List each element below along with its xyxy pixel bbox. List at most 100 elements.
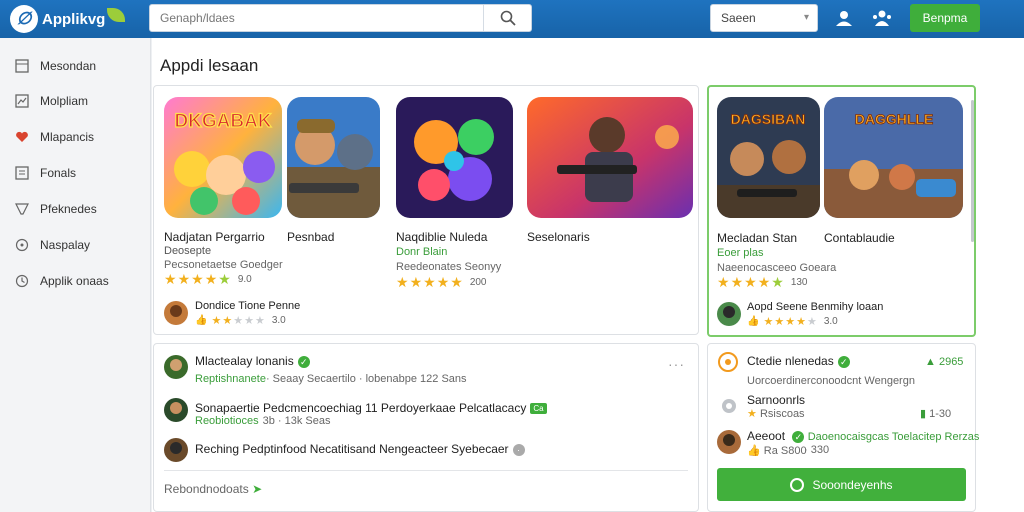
app-title[interactable]: Nadjatan Pergarrio [164, 230, 265, 244]
panel-row-title-text: Ctedie nlenedas [747, 354, 834, 368]
see-more-link[interactable]: Rebondnodoats ➤ [164, 482, 262, 496]
tag-icon [14, 201, 30, 217]
panel-row-title[interactable]: Ctedie nlenedas ✓ [747, 354, 850, 368]
avatar[interactable] [717, 302, 741, 326]
activity-title[interactable]: Sonapaertie Pedcmencoechiag 11 Perdoyerk… [195, 401, 547, 415]
sidebar-item-label: Naspalay [40, 238, 91, 252]
header-cta-button[interactable]: Benpma [910, 4, 980, 32]
panel-action-button[interactable]: Sooondeyenhs [717, 468, 966, 501]
panel-row-title-text: Aeeoot [747, 429, 786, 443]
developer-name[interactable]: Aopd Seene Benmihy loaan [747, 301, 883, 313]
sidebar-item-1[interactable]: Mesondan [14, 56, 96, 76]
panel-row-count: ▮ 1-30 [920, 407, 951, 420]
app-thumbnail[interactable] [396, 97, 513, 218]
leaf-icon [107, 8, 126, 22]
users-group-icon[interactable] [871, 7, 893, 29]
developer-rating: 👍 ★ ★ ★ ★ ★ 3.0 [747, 316, 838, 328]
app-title[interactable]: Seselonaris [527, 230, 590, 244]
category-select-value: Saeen [721, 11, 756, 25]
count-value: 2965 [938, 356, 964, 368]
search-input[interactable] [160, 10, 480, 26]
user-icon[interactable] [833, 7, 855, 29]
avatar[interactable] [164, 398, 188, 422]
sidebar-item-5[interactable]: Pfeknedes [14, 199, 97, 219]
search-bar [149, 4, 532, 32]
app-thumbnail[interactable]: DAGSIBAN [717, 97, 820, 218]
panel-row-subtitle: Uorcoerdinerconoodcnt Wengergn [747, 375, 915, 387]
panel-row-title[interactable]: Sarnoonrls [747, 393, 805, 407]
thumbnail-logo-text: DAGGHLLE [855, 111, 934, 127]
sidebar-item-label: Mesondan [40, 59, 97, 73]
developer-name[interactable]: Dondice Tione Penne [195, 300, 300, 312]
avatar[interactable] [164, 301, 188, 325]
app-subtitle: Eoer plas [717, 247, 764, 259]
activity-title[interactable]: Mlactealay lonanis ✓ [195, 354, 310, 368]
sidebar-item-7[interactable]: Applik onaas [14, 271, 109, 291]
clock-icon [14, 273, 30, 289]
panel-action-label: Sooondeyenhs [812, 477, 893, 492]
verified-icon: ✓ [837, 355, 850, 368]
rating-value: 3.0 [271, 315, 286, 326]
divider [164, 470, 688, 471]
app-rating: ★ ★ ★ ★ ★ 9.0 [164, 271, 252, 287]
app-logo[interactable]: ∅ Applikvg [10, 5, 126, 33]
app-rating: ★ ★ ★ ★ ★ 130 [717, 274, 808, 290]
sidebar-item-3[interactable]: Mlapancis [14, 127, 94, 147]
chevron-down-icon: ▾ [803, 12, 809, 23]
panel-row-title[interactable]: Aeeoot ✓ Daoenocaisgcas Toelacitep Rerza… [747, 429, 979, 443]
panel-row-subtitle-text: Ra S800 [763, 445, 807, 457]
gamepad-icon [14, 237, 30, 253]
app-meta: Naeenocasceeo Goeara [717, 262, 837, 274]
panel-row-tag: Daoenocaisgcas Toelacitep Rerzas [807, 431, 980, 443]
app-title[interactable]: Naqdiblie Nuleda [396, 230, 487, 244]
avatar[interactable] [164, 355, 188, 379]
sidebar-item-6[interactable]: Naspalay [14, 235, 90, 255]
status-icon: · [512, 443, 525, 456]
category-select[interactable]: Saeen ▾ [710, 4, 818, 32]
heart-icon [14, 129, 30, 145]
verified-icon: ✓ [792, 430, 805, 443]
developer-rating: 👍 ★ ★ ★ ★ ★ 3.0 [195, 315, 286, 327]
search-button[interactable] [483, 5, 531, 31]
search-icon [500, 10, 516, 26]
bar-chart-icon: ▮ [920, 408, 927, 420]
avatar[interactable] [164, 438, 188, 462]
app-rating: ★ ★ ★ ★ ★ 200 [396, 274, 487, 290]
panel-row-count: · 330 [804, 444, 830, 456]
rating-value: 130 [790, 277, 808, 288]
activity-title[interactable]: Reching Pedptinfood Necatitisand Nengeac… [195, 442, 525, 456]
app-thumbnail[interactable] [527, 97, 693, 218]
chart-icon [14, 93, 30, 109]
app-title[interactable]: Mecladan Stan [717, 231, 797, 245]
location-icon [719, 397, 739, 417]
sidebar-item-4[interactable]: Fonals [14, 163, 76, 183]
avatar[interactable] [717, 430, 741, 454]
star-icon: ★ [747, 408, 757, 420]
thumb-icon: 👍 [195, 315, 208, 326]
sidebar-item-label: Molpliam [40, 94, 89, 108]
rating-value: 200 [469, 277, 487, 288]
app-thumbnail[interactable]: DKGABAK [164, 97, 282, 218]
sidebar-item-label: Mlapancis [40, 130, 95, 144]
count-value: 1-30 [929, 408, 952, 420]
activity-meta: · Seaay Secaertilo · lobenabpe 122 Sans [265, 373, 467, 385]
more-options-icon[interactable]: ··· [668, 356, 685, 372]
thumb-icon: 👍 [747, 316, 760, 327]
list-icon [14, 165, 30, 181]
app-title[interactable]: Pesnbad [287, 230, 334, 244]
thumbnail-logo-text: DAGSIBAN [731, 111, 806, 127]
sidebar-item-label: Applik onaas [40, 274, 109, 288]
thumb-icon: 👍 [747, 445, 761, 457]
fire-icon [717, 351, 739, 373]
circle-icon [790, 477, 805, 492]
app-title[interactable]: Contablaudie [824, 231, 895, 245]
panel-row-subtitle-text: Rsiscoas [759, 408, 805, 420]
count-value: 330 [810, 444, 830, 456]
scrollbar[interactable] [971, 100, 974, 242]
sidebar-item-2[interactable]: Molpliam [14, 91, 88, 111]
rating-value: 3.0 [823, 316, 838, 327]
activity-tag: Reptishnanete [195, 373, 266, 385]
top-bar: ∅ Applikvg Saeen ▾ Benpma [0, 0, 1024, 38]
app-thumbnail[interactable] [287, 97, 380, 218]
app-thumbnail[interactable]: DAGGHLLE [824, 97, 963, 218]
